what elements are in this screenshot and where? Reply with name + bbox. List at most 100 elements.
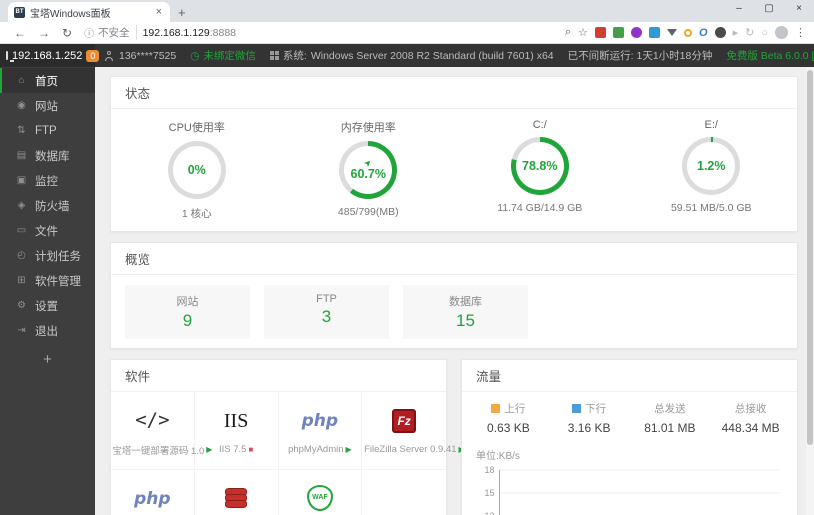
sidebar-add-button[interactable]: +	[0, 351, 95, 368]
profile-avatar[interactable]	[775, 26, 788, 39]
svg-text:15: 15	[484, 488, 494, 498]
clock-icon: ◷	[190, 49, 200, 62]
sidebar-item-files[interactable]: ▭ 文件	[0, 218, 95, 243]
tab-close-icon[interactable]: ×	[154, 6, 164, 18]
tab-title: 宝塔Windows面板	[30, 8, 111, 20]
overview-websites[interactable]: 网站 9	[125, 285, 250, 339]
folder-icon: ▭	[16, 225, 27, 236]
site-info-icon[interactable]: ⓘ	[84, 25, 94, 40]
person-icon	[105, 50, 115, 61]
minimize-button[interactable]: –	[724, 0, 754, 20]
url-text: 192.168.1.129:8888	[142, 26, 236, 39]
content-scrollbar[interactable]	[806, 67, 814, 515]
php-icon: php	[134, 489, 171, 509]
extension-icon-red[interactable]	[595, 27, 607, 38]
reload-button[interactable]: ↻	[62, 26, 72, 40]
url-input[interactable]: ⓘ 不安全 192.168.1.129:8888	[84, 25, 565, 40]
sidebar-item-cron[interactable]: ◴ 计划任务	[0, 243, 95, 268]
bt-favicon-icon: BT	[14, 6, 25, 18]
extension-icon-green[interactable]	[613, 27, 625, 38]
traffic-up-stat: 上行 0.63 KB	[487, 403, 530, 435]
sidebar: ⌂ 首页 ◉ 网站 ⇅ FTP ▤ 数据库 ▣ 监控 ◈ 防火墙 ▭ 文件 ◴ 计划任务 ⊞ 软件…	[0, 67, 95, 515]
disk-c-ring: 78.8%	[510, 137, 569, 195]
extension-icon-orange[interactable]	[684, 28, 693, 37]
extension-icon-dark[interactable]	[714, 27, 726, 38]
cpu-ring: 0%	[167, 141, 226, 199]
home-icon: ⌂	[18, 75, 25, 86]
traffic-area-chart: 0369121518	[484, 465, 780, 515]
memory-gauge[interactable]: 内存使用率 ➤ 60.7% 485/799(MB)	[283, 115, 455, 221]
sidebar-item-logout[interactable]: ⇥ 退出	[0, 318, 95, 343]
extension-icon-funnel[interactable]	[667, 29, 678, 36]
status-card: 状态 CPU使用率 0% 1 核心 内存使用率 ➤ 60.7% 485/799(…	[110, 76, 798, 232]
close-window-button[interactable]: ×	[784, 0, 814, 20]
svg-text:18: 18	[484, 465, 494, 475]
uptime-text: 已不间断运行: 1天1小时18分钟	[567, 50, 713, 62]
sidebar-item-ftp[interactable]: ⇅ FTP	[0, 118, 95, 143]
app-phpmyadmin[interactable]: php phpMyAdmin ▶	[278, 392, 363, 470]
window-controls: – ▢ ×	[724, 0, 814, 20]
account-info[interactable]: 136****7525	[105, 50, 176, 62]
toolbar-icons: ⌕ ☆ O ▸ ↻ ○ ⋮	[565, 26, 806, 39]
version-link[interactable]: 免费版 Beta 6.0.0 [找Bug奖实物奖品]	[726, 48, 814, 63]
app-redis[interactable]: redis 1.0▶	[195, 470, 279, 515]
search-icon[interactable]: ⌕	[565, 26, 571, 39]
new-tab-button[interactable]: +	[178, 5, 186, 20]
traffic-card-title: 流量	[462, 360, 797, 392]
maximize-button[interactable]: ▢	[754, 0, 784, 20]
server-ip: 192.168.1.252	[12, 49, 83, 62]
sidebar-item-website[interactable]: ◉ 网站	[0, 93, 95, 118]
database-icon: ▤	[16, 150, 27, 161]
sidebar-item-firewall[interactable]: ◈ 防火墙	[0, 193, 95, 218]
app-php52[interactable]: php PHP-5.2▶	[111, 470, 195, 515]
traffic-total-received-stat: 总接收 448.34 MB	[721, 403, 780, 435]
browser-tab-bar: BT 宝塔Windows面板 × + – ▢ ×	[0, 0, 814, 22]
sidebar-item-settings[interactable]: ⚙ 设置	[0, 293, 95, 318]
disk-c-gauge[interactable]: C:/ 78.8% 11.74 GB/14.9 GB	[454, 115, 626, 221]
disk-e-gauge[interactable]: E:/ 1.2% 59.51 MB/5.0 GB	[626, 115, 798, 221]
bookmark-star-icon[interactable]: ☆	[578, 26, 588, 39]
sidebar-item-home[interactable]: ⌂ 首页	[0, 68, 95, 93]
app-filezilla[interactable]: Fz FileZilla Server 0.9.41▶	[362, 392, 465, 470]
disk-e-ring: 1.2%	[682, 137, 741, 195]
cpu-gauge[interactable]: CPU使用率 0% 1 核心	[111, 115, 283, 221]
scrollbar-thumb[interactable]	[807, 70, 813, 445]
dashboard: 状态 CPU使用率 0% 1 核心 内存使用率 ➤ 60.7% 485/799(…	[95, 67, 814, 515]
extension-icon-blue-o[interactable]: O	[699, 27, 708, 39]
down-legend-swatch	[572, 404, 582, 413]
app-iis[interactable]: IIS IIS 7.5 ■	[194, 392, 279, 470]
traffic-chart-area: 单位:KB/s 0369121518	[462, 439, 797, 515]
server-ip-block[interactable]: 192.168.1.252 0	[0, 44, 100, 67]
bind-wechat-link[interactable]: ◷ 未绑定微信	[190, 48, 256, 63]
shield-icon: ◈	[17, 200, 26, 211]
app-empty-cell	[362, 470, 446, 515]
extension-icon-muted-2[interactable]: ↻	[745, 26, 754, 39]
extension-icon-purple[interactable]	[631, 27, 643, 38]
app-deploy-source[interactable]: </> 宝塔一键部署源码 1.0 ▶	[111, 392, 212, 470]
overview-databases[interactable]: 数据库 15	[403, 285, 528, 339]
software-card-title: 软件	[111, 360, 446, 392]
back-button[interactable]: ←	[14, 26, 26, 40]
browser-tab[interactable]: BT 宝塔Windows面板 ×	[8, 2, 170, 22]
redis-icon	[224, 488, 248, 510]
php-icon: php	[301, 411, 339, 431]
code-icon: </>	[135, 408, 170, 431]
waf-shield-icon: WAF	[306, 484, 333, 511]
sidebar-item-monitor[interactable]: ▣ 监控	[0, 168, 95, 193]
system-info: 系统: Windows Server 2008 R2 Standard (bui…	[269, 48, 554, 63]
app-iis-waf[interactable]: WAF 宝塔IIS防火墙 1.0▶	[279, 470, 363, 515]
extension-icon-muted-3[interactable]: ○	[761, 27, 768, 39]
windows-logo-icon	[269, 51, 279, 60]
app-status-icon: ▶	[345, 445, 352, 454]
sidebar-item-database[interactable]: ▤ 数据库	[0, 143, 95, 168]
sidebar-item-app-manager[interactable]: ⊞ 软件管理	[0, 268, 95, 293]
monitor-chart-icon: ▣	[16, 175, 27, 186]
forward-button[interactable]: →	[38, 26, 50, 40]
traffic-down-stat: 下行 3.16 KB	[567, 403, 611, 435]
chrome-menu-icon[interactable]: ⋮	[795, 26, 806, 39]
extension-icon-muted-1[interactable]: ▸	[733, 26, 739, 39]
gear-icon: ⚙	[17, 300, 26, 311]
extension-icon-teal[interactable]	[649, 27, 661, 38]
exit-icon: ⇥	[17, 325, 26, 336]
overview-ftp[interactable]: FTP 3	[264, 285, 389, 339]
